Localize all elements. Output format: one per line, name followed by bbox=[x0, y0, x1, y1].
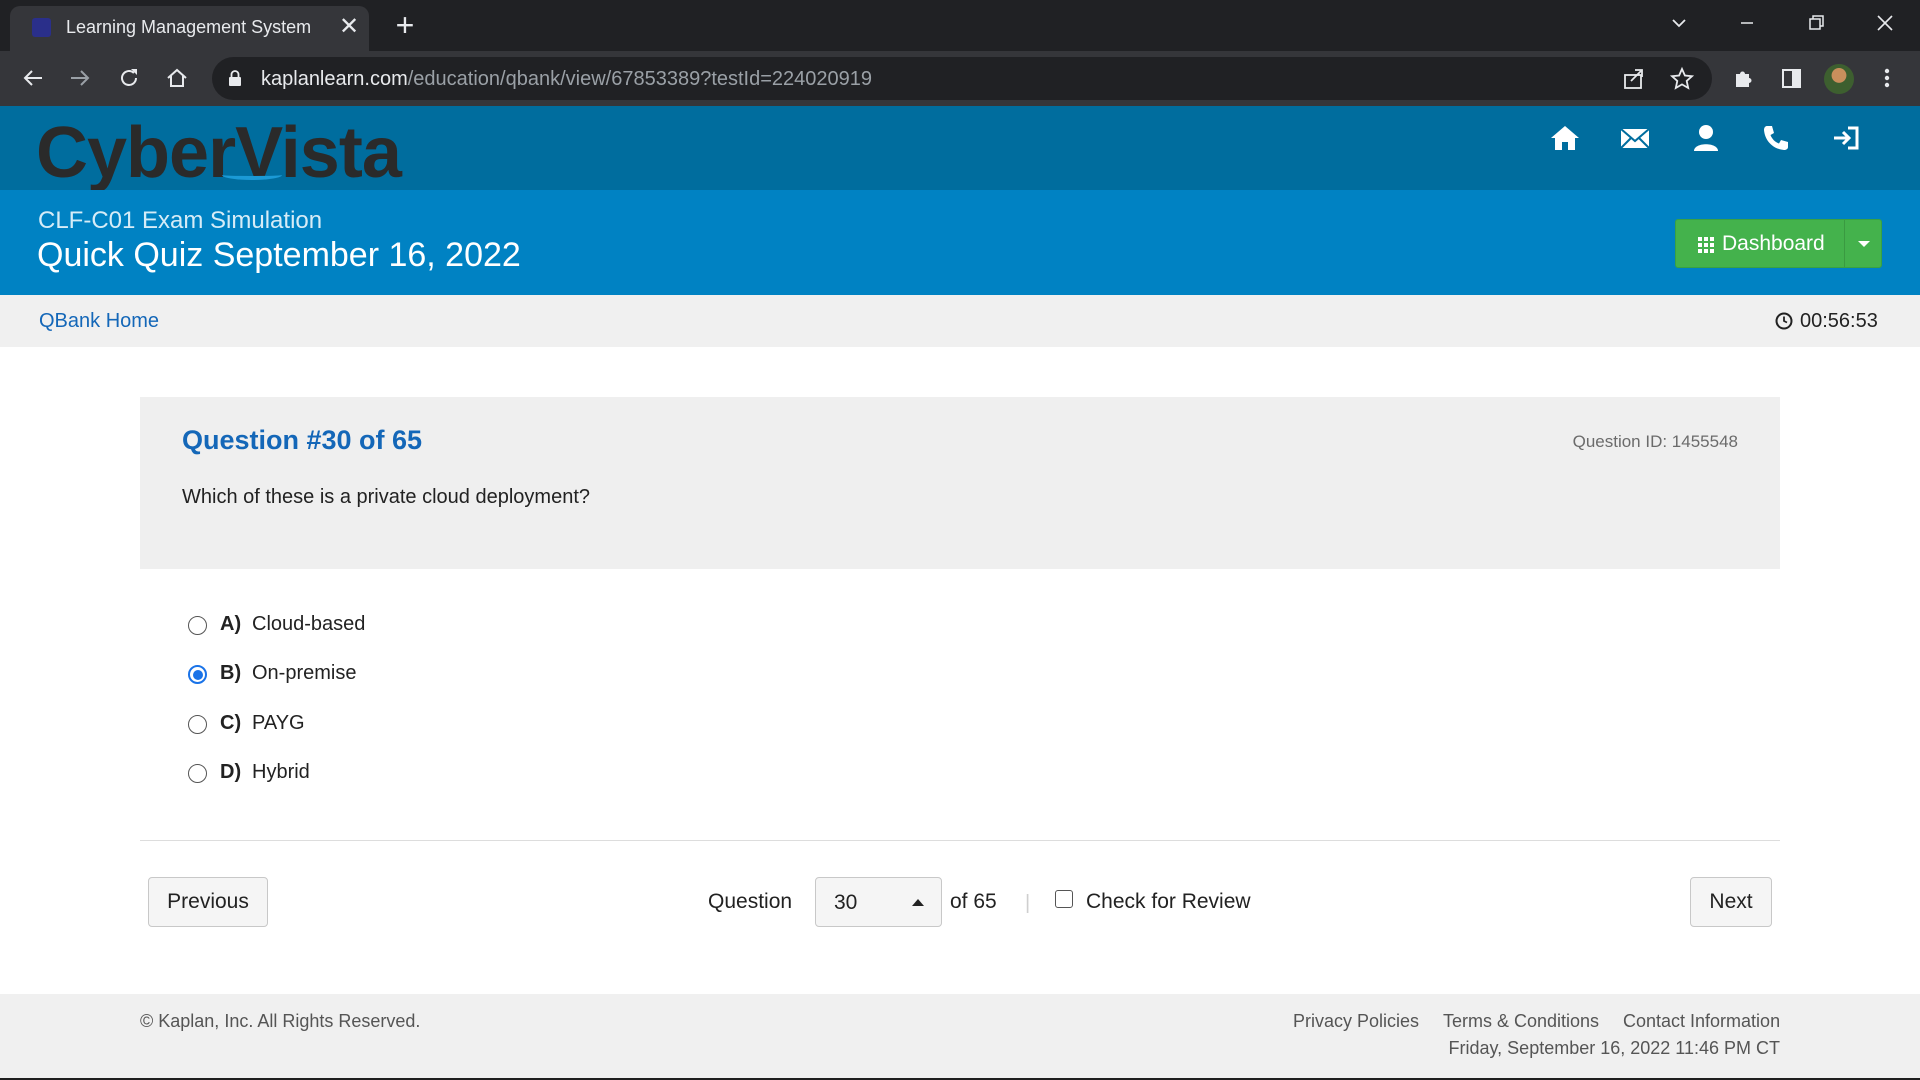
question-select-value: 30 bbox=[834, 891, 858, 914]
close-tab-icon[interactable]: ✕ bbox=[338, 14, 360, 40]
browser-toolbar: kaplanlearn.com/education/qbank/view/678… bbox=[0, 51, 1920, 106]
choice-letter: A) bbox=[220, 613, 242, 635]
footer-datetime: Friday, September 16, 2022 11:46 PM CT bbox=[1448, 1038, 1781, 1058]
choice-letter: C) bbox=[220, 712, 242, 734]
question-select[interactable]: 30 bbox=[815, 877, 942, 927]
dashboard-label: Dashboard bbox=[1722, 232, 1825, 255]
phone-icon[interactable] bbox=[1758, 120, 1794, 156]
page-title: Quick Quiz September 16, 2022 bbox=[37, 236, 521, 274]
terms-conditions-link[interactable]: Terms & Conditions bbox=[1443, 1011, 1599, 1032]
question-total: of 65 bbox=[950, 890, 997, 913]
next-button[interactable]: Next bbox=[1690, 877, 1772, 927]
timer: 00:56:53 bbox=[1800, 310, 1878, 332]
extensions-icon[interactable] bbox=[1728, 63, 1758, 93]
address-bar[interactable]: kaplanlearn.com/education/qbank/view/678… bbox=[212, 57, 1712, 100]
choice-d-radio[interactable] bbox=[188, 764, 207, 783]
choice-a-radio[interactable] bbox=[188, 616, 207, 635]
choice-text[interactable]: Hybrid bbox=[252, 761, 310, 784]
new-tab-icon[interactable]: + bbox=[390, 9, 420, 41]
choice-letter: D) bbox=[220, 761, 242, 783]
url-path: /education/qbank/view/67853389?testId=22… bbox=[407, 68, 873, 90]
footer: © Kaplan, Inc. All Rights Reserved. Priv… bbox=[0, 994, 1920, 1078]
question-panel: Question #30 of 65 Question ID: 1455548 … bbox=[140, 397, 1780, 569]
privacy-policies-link[interactable]: Privacy Policies bbox=[1293, 1011, 1419, 1032]
course-name: CLF-C01 Exam Simulation bbox=[38, 207, 323, 234]
page: CyberVista CLF-C01 Exam Simulation Quick… bbox=[0, 106, 1920, 1080]
choice-text[interactable]: On-premise bbox=[252, 662, 356, 685]
previous-button[interactable]: Previous bbox=[148, 877, 268, 927]
question-jump-label: Question bbox=[708, 890, 793, 913]
copyright: © Kaplan, Inc. All Rights Reserved. bbox=[140, 1011, 421, 1031]
question-number: Question #30 of 65 bbox=[182, 425, 423, 455]
back-icon[interactable] bbox=[18, 63, 48, 93]
dashboard-split-divider bbox=[1844, 220, 1845, 267]
dashboard-button[interactable]: Dashboard bbox=[1675, 219, 1882, 268]
clock-icon bbox=[1775, 312, 1793, 330]
grid-icon bbox=[1698, 237, 1714, 253]
favicon-icon bbox=[32, 18, 51, 37]
tab-title: Learning Management System bbox=[66, 17, 312, 37]
check-for-review-label[interactable]: Check for Review bbox=[1086, 890, 1251, 914]
user-icon[interactable] bbox=[1688, 120, 1724, 156]
logo-swoosh bbox=[222, 170, 282, 180]
subnav-bar: QBank Home 00:56:53 bbox=[0, 295, 1920, 347]
lock-icon[interactable] bbox=[228, 70, 242, 86]
question-text: Which of these is a private cloud deploy… bbox=[182, 486, 590, 508]
url-host: kaplanlearn.com bbox=[261, 68, 408, 90]
logout-icon[interactable] bbox=[1828, 120, 1864, 156]
contact-information-link[interactable]: Contact Information bbox=[1623, 1011, 1780, 1032]
home-icon[interactable] bbox=[1547, 120, 1583, 156]
forward-icon[interactable] bbox=[65, 63, 95, 93]
mail-icon[interactable] bbox=[1617, 120, 1653, 156]
title-band: CLF-C01 Exam Simulation Quick Quiz Septe… bbox=[0, 190, 1920, 295]
divider bbox=[140, 840, 1780, 841]
window-close-icon[interactable] bbox=[1870, 8, 1900, 38]
caret-up-icon bbox=[912, 899, 924, 906]
menu-icon[interactable] bbox=[1872, 63, 1902, 93]
browser-tabstrip: Learning Management System ✕ + bbox=[0, 0, 1920, 51]
check-for-review-checkbox[interactable] bbox=[1055, 890, 1073, 908]
cybervista-logo[interactable]: CyberVista bbox=[36, 112, 402, 194]
browser-tab[interactable]: Learning Management System ✕ bbox=[10, 6, 369, 51]
profile-avatar[interactable] bbox=[1824, 64, 1854, 94]
side-panel-icon[interactable] bbox=[1776, 63, 1806, 93]
choice-text[interactable]: Cloud-based bbox=[252, 613, 365, 636]
url-text[interactable]: kaplanlearn.com/education/qbank/view/678… bbox=[261, 68, 872, 91]
star-icon[interactable] bbox=[1668, 65, 1696, 93]
choice-b-radio[interactable] bbox=[188, 665, 207, 684]
tab-search-icon[interactable] bbox=[1664, 8, 1694, 38]
caret-down-icon[interactable] bbox=[1858, 241, 1870, 247]
site-header: CyberVista bbox=[0, 106, 1920, 193]
qbank-home-link[interactable]: QBank Home bbox=[39, 310, 159, 333]
share-icon[interactable] bbox=[1620, 65, 1648, 93]
reload-icon[interactable] bbox=[114, 63, 144, 93]
restore-icon[interactable] bbox=[1801, 8, 1831, 38]
choice-c-radio[interactable] bbox=[188, 715, 207, 734]
choice-text[interactable]: PAYG bbox=[252, 712, 305, 735]
separator: | bbox=[1025, 892, 1031, 914]
home-icon[interactable] bbox=[162, 63, 192, 93]
question-id: Question ID: 1455548 bbox=[1572, 432, 1738, 451]
minimize-icon[interactable] bbox=[1732, 8, 1762, 38]
choice-letter: B) bbox=[220, 662, 242, 684]
